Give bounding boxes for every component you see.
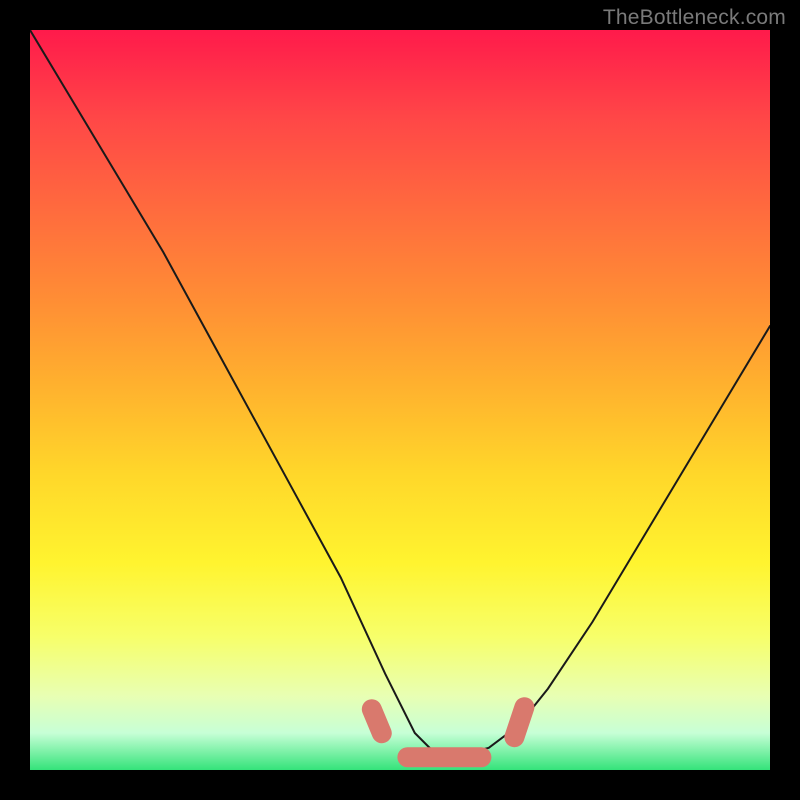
bottleneck-curve: [30, 30, 770, 755]
plot-area: [30, 30, 770, 770]
highlight-marker-right: [514, 707, 524, 737]
watermark-text: TheBottleneck.com: [603, 6, 786, 30]
curve-layer: [30, 30, 770, 770]
chart-frame: TheBottleneck.com: [0, 0, 800, 800]
highlight-marker-left: [372, 709, 382, 733]
